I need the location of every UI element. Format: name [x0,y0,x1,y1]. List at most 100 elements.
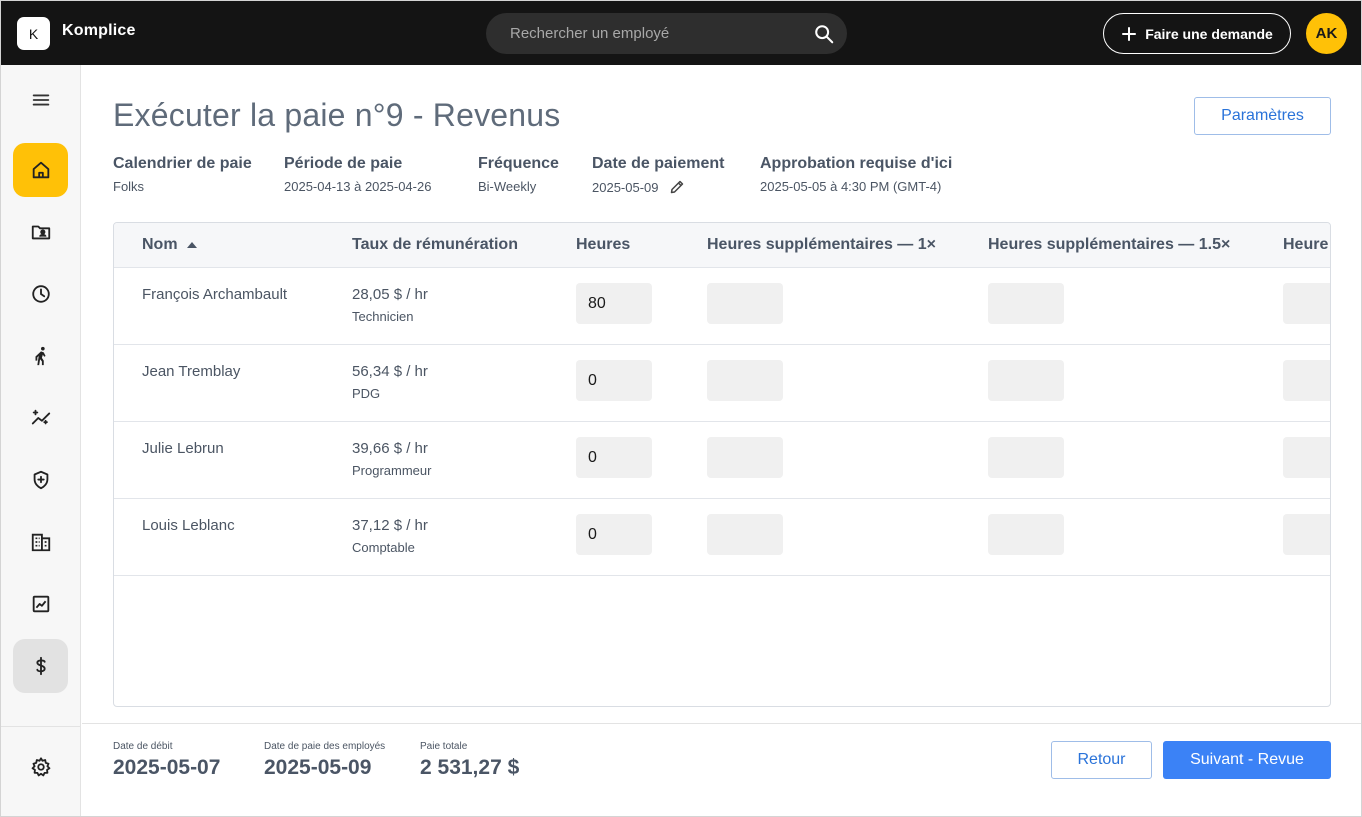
overtime-next-input[interactable] [1283,437,1330,478]
info-approval: Approbation requise d'ici 2025-05-05 à 4… [760,155,952,194]
sidebar-item-performance[interactable] [13,391,68,445]
table-header: Nom Taux de rémunération Heures Heures s… [114,223,1330,268]
sidebar-item-time[interactable] [13,267,68,321]
column-header-rate: Taux de rémunération [352,236,518,253]
column-name-label: Nom [142,236,178,253]
payment-date-value: 2025-05-09 [592,179,659,195]
overtime-1x-input[interactable] [707,437,783,478]
overtime-1-5x-input[interactable] [988,360,1064,401]
settings-button[interactable]: Paramètres [1194,97,1331,135]
app-name: Komplice [62,22,136,39]
frequency-label: Fréquence [478,155,559,172]
column-header-overtime-next: Heure [1283,236,1329,253]
clock-icon [31,285,50,303]
new-request-button[interactable]: Faire une demande [1103,13,1291,54]
overtime-1x-input[interactable] [707,360,783,401]
footer-debit-date: Date de débit 2025-05-07 [113,741,220,780]
sidebar-item-company[interactable] [13,515,68,569]
overtime-1-5x-input[interactable] [988,514,1064,555]
column-header-overtime-1x: Heures supplémentaires — 1× [707,236,936,253]
search-input[interactable] [510,13,800,54]
employee-pay-date-value: 2025-05-09 [264,756,372,779]
info-period: Période de paie 2025-04-13 à 2025-04-26 [284,155,431,194]
user-avatar[interactable]: AK [1306,13,1347,54]
folder-person-icon [31,225,50,240]
footer-total-pay: Paie totale 2 531,27 $ [420,741,519,780]
footer-divider [82,723,1361,724]
employee-name: Julie Lebrun [142,440,224,457]
calendar-value-row: Folks [113,179,252,194]
employee-rate: 37,12 $ / hr [352,517,428,534]
info-frequency: Fréquence Bi-Weekly [478,155,559,194]
menu-icon [32,94,49,106]
back-button[interactable]: Retour [1051,741,1152,779]
sidebar-item-benefits[interactable] [13,453,68,507]
period-value-row: 2025-04-13 à 2025-04-26 [284,179,431,194]
overtime-next-input[interactable] [1283,283,1330,324]
column-header-overtime-1-5x: Heures supplémentaires — 1.5× [988,236,1231,253]
approval-value: 2025-05-05 à 4:30 PM (GMT-4) [760,179,942,194]
approval-value-row: 2025-05-05 à 4:30 PM (GMT-4) [760,179,952,194]
info-payment-date: Date de paiement 2025-05-09 [592,155,724,195]
edit-pencil-icon[interactable] [669,179,685,195]
next-review-button[interactable]: Suivant - Revue [1163,741,1331,779]
sidebar-item-activities[interactable] [13,329,68,383]
employee-role: Comptable [352,540,415,555]
total-pay-label: Paie totale [420,741,468,752]
column-header-hours: Heures [576,236,631,253]
sidebar-item-reports[interactable] [13,577,68,631]
employee-name: François Archambault [142,286,288,303]
frequency-value-row: Bi-Weekly [478,179,559,194]
shield-plus-icon [33,470,48,490]
debit-date-label: Date de débit [113,741,173,752]
employee-pay-date-label: Date de paie des employés [264,741,386,752]
calendar-value: Folks [113,179,145,194]
payment-date-value-row: 2025-05-09 [592,179,724,195]
app-logo[interactable]: K [17,17,50,50]
hours-input[interactable] [576,514,652,555]
employee-rate: 56,34 $ / hr [352,363,428,380]
hours-input[interactable] [576,283,652,324]
dollar-icon [35,656,46,676]
overtime-next-input[interactable] [1283,360,1330,401]
overtime-1x-input[interactable] [707,283,783,324]
employee-name: Jean Tremblay [142,363,241,380]
total-pay-value: 2 531,27 $ [420,756,520,779]
debit-date-value: 2025-05-07 [113,756,221,779]
sidebar-menu-toggle[interactable] [13,73,68,127]
frequency-value: Bi-Weekly [478,179,537,194]
sidebar-item-payroll[interactable] [13,639,68,693]
sidebar-item-settings[interactable] [13,740,68,794]
overtime-1-5x-input[interactable] [988,437,1064,478]
period-value: 2025-04-13 à 2025-04-26 [284,179,432,194]
hours-input[interactable] [576,437,652,478]
earnings-table: Nom Taux de rémunération Heures Heures s… [113,222,1331,707]
app-window: K Komplice Faire une demande AK [0,0,1362,817]
sidebar-divider [1,726,80,727]
home-icon [32,161,49,179]
page-title: Exécuter la paie n°9 - Revenus [113,97,561,133]
new-request-label: Faire une demande [1145,25,1273,42]
employee-role: Programmeur [352,463,432,478]
overtime-1-5x-input[interactable] [988,283,1064,324]
building-icon [31,533,50,552]
employee-role: PDG [352,386,381,401]
calendar-label: Calendrier de paie [113,155,252,172]
plus-icon [1122,26,1137,41]
payment-date-label: Date de paiement [592,155,725,172]
sparkle-chart-icon [31,409,50,425]
overtime-next-input[interactable] [1283,514,1330,555]
sidebar-item-employees[interactable] [13,205,68,259]
hours-input[interactable] [576,360,652,401]
employee-role: Technicien [352,309,414,324]
search-icon[interactable] [813,23,835,45]
table-row: Louis Leblanc 37,12 $ / hr Comptable [114,499,1330,576]
line-chart-icon [32,595,49,613]
approval-label: Approbation requise d'ici [760,155,953,172]
sidebar [1,65,81,816]
sidebar-item-home[interactable] [13,143,68,197]
employee-name: Louis Leblanc [142,517,235,534]
overtime-1x-input[interactable] [707,514,783,555]
column-header-name[interactable]: Nom [142,236,198,254]
table-row: Jean Tremblay 56,34 $ / hr PDG [114,345,1330,422]
